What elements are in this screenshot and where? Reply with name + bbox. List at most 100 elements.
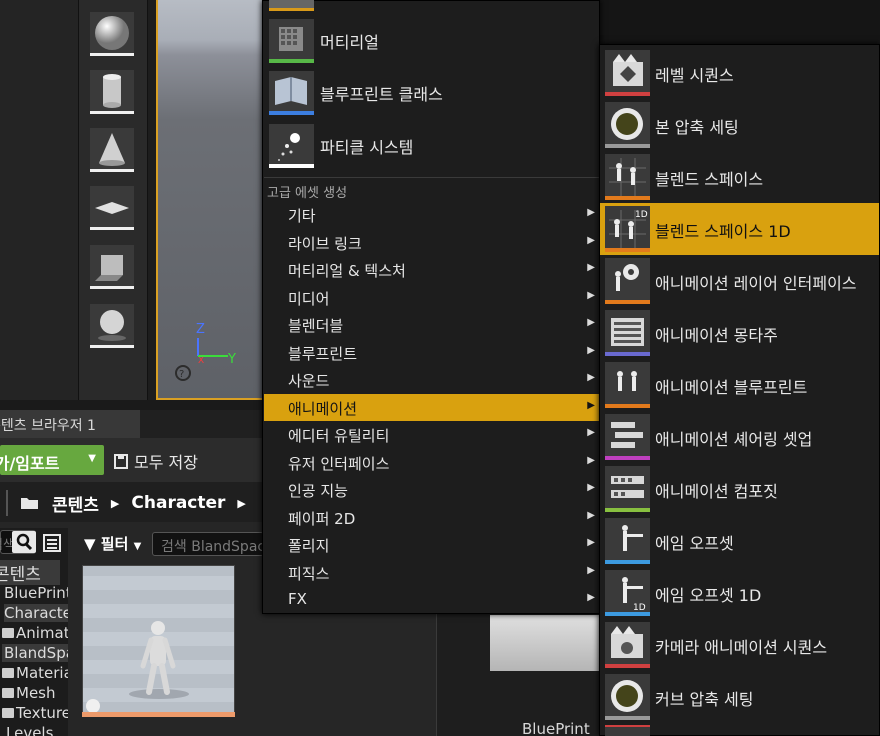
cone-shape-button[interactable] bbox=[90, 128, 134, 172]
particle-system-icon bbox=[269, 124, 314, 168]
category-misc[interactable]: 기타 ▶ bbox=[264, 201, 599, 228]
tree-item-label: Levels bbox=[6, 724, 54, 736]
submenu-arrow-icon: ▶ bbox=[587, 317, 595, 328]
submenu-item-camera-anim-sequence[interactable]: 카메라 애니메이션 시퀀스 bbox=[600, 619, 879, 671]
submenu-item-aim-offset-1d[interactable]: 1D 에임 오프셋 1D bbox=[600, 567, 879, 619]
place-actors-tray bbox=[78, 0, 148, 400]
category-physics[interactable]: 피직스 ▶ bbox=[264, 559, 599, 586]
category-paper2d[interactable]: 페이퍼 2D ▶ bbox=[264, 504, 599, 531]
asset-search-input[interactable]: 검색 BlandSpace bbox=[152, 532, 264, 556]
sphere-icon bbox=[95, 15, 129, 50]
submenu-item-blend-space-1d[interactable]: 1D 블렌드 스페이스 1D bbox=[600, 203, 879, 255]
axis-gizmo-icon bbox=[197, 338, 228, 357]
filter-label: 필터 bbox=[100, 535, 129, 553]
material-ball-shape-button[interactable] bbox=[90, 304, 134, 348]
cylinder-icon bbox=[103, 73, 121, 108]
submenu-arrow-icon: ▶ bbox=[587, 482, 595, 493]
tab-content-browser[interactable]: 콘텐츠 브라우저 1 bbox=[0, 410, 140, 438]
material-icon bbox=[269, 19, 314, 63]
category-editor-utilities[interactable]: 에디터 유틸리티 ▶ bbox=[264, 421, 599, 448]
category-label: 블루프린트 bbox=[288, 345, 358, 363]
tree-item-blueprint[interactable]: BluePrint bbox=[4, 584, 68, 602]
category-label: 페이퍼 2D bbox=[288, 510, 356, 528]
submenu-item-blend-space[interactable]: 블렌드 스페이스 bbox=[600, 151, 879, 203]
submenu-item-label: 에임 오프셋 bbox=[655, 534, 734, 553]
material-sphere-icon bbox=[98, 309, 126, 341]
search-icon[interactable] bbox=[12, 531, 36, 553]
editor-left-panel bbox=[0, 0, 78, 404]
category-user-interface[interactable]: 유저 인터페이스 ▶ bbox=[264, 449, 599, 476]
submenu-item-level-sequence[interactable]: 레벨 시퀀스 bbox=[600, 47, 879, 99]
tree-item-blandspace[interactable]: BlandSpace bbox=[2, 644, 68, 662]
submenu-item-anim-blueprint[interactable]: 애니메이션 블루프린트 bbox=[600, 359, 879, 411]
submenu-item-label: 애니메이션 블루프린트 bbox=[655, 378, 808, 397]
asset-thumbnail-character[interactable] bbox=[82, 565, 235, 717]
tree-item-levels[interactable]: Levels bbox=[6, 724, 53, 736]
plane-shape-button[interactable] bbox=[90, 186, 134, 230]
category-blendables[interactable]: 블렌더블 ▶ bbox=[264, 311, 599, 338]
folder-icon bbox=[2, 668, 14, 678]
breadcrumb-chevron-icon[interactable]: ▶ bbox=[237, 497, 245, 510]
menu-item-material[interactable]: 머티리얼 bbox=[263, 15, 600, 68]
category-label: 미디어 bbox=[288, 290, 330, 308]
submenu-item-anim-composite[interactable]: 애니메이션 컴포짓 bbox=[600, 463, 879, 515]
tree-item-material[interactable]: Material bbox=[2, 664, 68, 682]
folder-open-icon bbox=[21, 498, 38, 509]
filter-button[interactable]: ▼ 필터 ▼ bbox=[84, 533, 141, 554]
submenu-item-curve-compression[interactable]: 커브 압축 세팅 bbox=[600, 671, 879, 723]
level-sequence-icon bbox=[605, 50, 650, 96]
view-options-icon[interactable] bbox=[42, 533, 62, 553]
tree-root-label: 콘텐츠 bbox=[0, 565, 41, 585]
submenu-item-aim-offset[interactable]: 에임 오프셋 bbox=[600, 515, 879, 567]
submenu-item-label: 애니메이션 셰어링 셋업 bbox=[655, 430, 813, 449]
tab-strip-empty bbox=[140, 410, 280, 438]
dropdown-arrow-icon: ▼ bbox=[88, 453, 96, 464]
submenu-item-anim-sharing-setup[interactable]: 애니메이션 셰어링 셋업 bbox=[600, 411, 879, 463]
cylinder-shape-button[interactable] bbox=[90, 70, 134, 114]
animation-submenu: 레벨 시퀀스 본 압축 세팅 블렌드 스페이스 1D 블렌드 스페이스 1D 애… bbox=[599, 44, 880, 736]
category-label: 폴리지 bbox=[288, 537, 330, 555]
menu-item-particle-system[interactable]: 파티클 시스템 bbox=[263, 120, 600, 173]
add-import-button[interactable]: 추가/임포트 ▼ bbox=[0, 445, 104, 475]
tree-item-animation[interactable]: Animation bbox=[2, 624, 68, 642]
category-fx[interactable]: FX ▶ bbox=[264, 586, 599, 613]
submenu-item-anim-layer-interface[interactable]: 애니메이션 레이어 인터페이스 bbox=[600, 255, 879, 307]
tree-item-label: Material bbox=[16, 664, 68, 682]
submenu-arrow-icon: ▶ bbox=[587, 510, 595, 521]
tree-root-content[interactable]: 콘텐츠 bbox=[0, 560, 60, 585]
anim-composite-icon bbox=[605, 466, 650, 512]
menu-item-label: 파티클 시스템 bbox=[320, 138, 414, 157]
save-all-button[interactable]: 모두 저장 bbox=[114, 449, 198, 473]
category-blueprints[interactable]: 블루프린트 ▶ bbox=[264, 339, 599, 366]
cube-shape-button[interactable] bbox=[90, 245, 134, 289]
submenu-item-anim-montage[interactable]: 애니메이션 몽타주 bbox=[600, 307, 879, 359]
tree-item-mesh[interactable]: Mesh bbox=[2, 684, 56, 702]
tree-item-texture[interactable]: Texture bbox=[2, 704, 68, 722]
help-icon[interactable]: ? bbox=[174, 364, 192, 382]
breadcrumb-chevron-icon: ▶ bbox=[110, 496, 120, 510]
category-sounds[interactable]: 사운드 ▶ bbox=[264, 366, 599, 393]
category-materials-textures[interactable]: 머티리얼 & 텍스처 ▶ bbox=[264, 256, 599, 283]
blueprint-asset-thumbnail[interactable] bbox=[490, 615, 600, 671]
submenu-item-bone-compression[interactable]: 본 압축 세팅 bbox=[600, 99, 879, 151]
add-import-label: 추가/임포트 bbox=[0, 454, 60, 473]
breadcrumb-character[interactable]: Character bbox=[131, 493, 225, 513]
submenu-item-label: 블렌드 스페이스 bbox=[655, 170, 764, 189]
category-media[interactable]: 미디어 ▶ bbox=[264, 284, 599, 311]
blueprint-class-icon bbox=[269, 71, 314, 115]
breadcrumb-content[interactable]: 콘텐츠 bbox=[52, 491, 99, 516]
sphere-shape-button[interactable] bbox=[90, 12, 134, 56]
tree-item-label: BlandSpace bbox=[4, 644, 68, 662]
add-new-asset-menu: 머티리얼 블루프린트 클래스 파티클 시스템 고급 에셋 생성 기타 ▶ 라이브 … bbox=[262, 0, 600, 614]
mannequin-preview-icon bbox=[86, 621, 189, 713]
camera-anim-sequence-icon bbox=[605, 622, 650, 668]
category-animation[interactable]: 애니메이션 ▶ bbox=[264, 394, 599, 421]
category-foliage[interactable]: 폴리지 ▶ bbox=[264, 531, 599, 558]
axis-z-label: Z bbox=[196, 322, 205, 337]
submenu-arrow-icon: ▶ bbox=[587, 592, 595, 603]
category-live-link[interactable]: 라이브 링크 ▶ bbox=[264, 229, 599, 256]
tree-item-character[interactable]: Character bbox=[4, 604, 68, 622]
cube-icon bbox=[95, 254, 123, 281]
category-artificial-intelligence[interactable]: 인공 지능 ▶ bbox=[264, 476, 599, 503]
menu-item-blueprint-class[interactable]: 블루프린트 클래스 bbox=[263, 67, 600, 120]
